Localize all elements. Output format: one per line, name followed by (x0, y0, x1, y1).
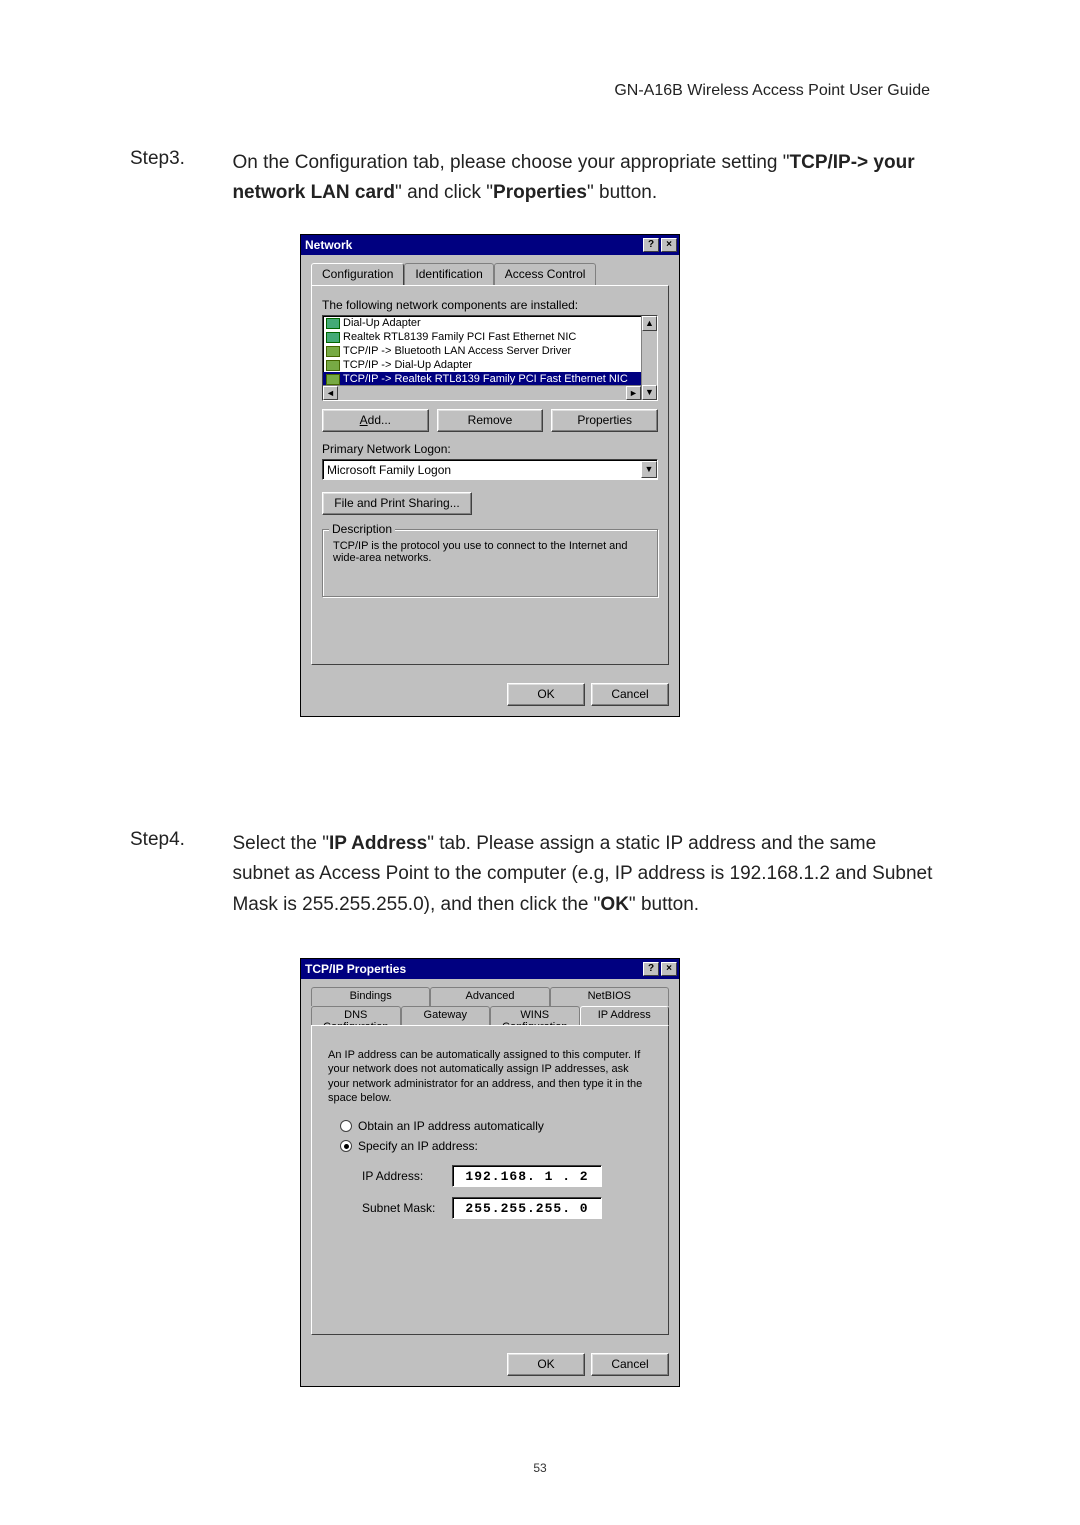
step3-block: Step3. On the Configuration tab, please … (130, 148, 950, 209)
tab-advanced[interactable]: Advanced (430, 987, 549, 1006)
adapter-icon (326, 318, 340, 329)
subnet-mask-label: Subnet Mask: (362, 1201, 452, 1215)
list-item[interactable]: TCP/IP -> Bluetooth LAN Access Server Dr… (323, 344, 657, 358)
scroll-right-icon[interactable]: ► (626, 386, 641, 400)
installed-label: The following network components are ins… (322, 298, 658, 312)
tab-gateway[interactable]: Gateway (401, 1006, 491, 1025)
properties-button[interactable]: Properties (551, 409, 658, 432)
ip-address-input[interactable]: 192.168. 1 . 2 (452, 1165, 602, 1187)
description-groupbox: Description TCP/IP is the protocol you u… (322, 529, 658, 597)
remove-button[interactable]: Remove (437, 409, 544, 432)
tcpip-tabstrip: Bindings Advanced NetBIOS DNS Configurat… (311, 987, 669, 1025)
file-print-sharing-button[interactable]: File and Print Sharing... (322, 492, 472, 515)
radio-specify-label: Specify an IP address: (358, 1139, 478, 1153)
step3-post: " button. (587, 182, 657, 203)
protocol-icon (326, 360, 340, 371)
adapter-icon (326, 332, 340, 343)
scroll-left-icon[interactable]: ◄ (323, 386, 338, 400)
ip-info-text: An IP address can be automatically assig… (328, 1048, 652, 1105)
radio-specify[interactable]: Specify an IP address: (340, 1139, 658, 1153)
tcpip-dialog-titlebar[interactable]: TCP/IP Properties ? × (301, 959, 679, 979)
step4-label: Step4. (130, 829, 228, 851)
tab-access-control[interactable]: Access Control (494, 263, 597, 285)
step3-label: Step3. (130, 148, 228, 170)
list-item[interactable]: Realtek RTL8139 Family PCI Fast Ethernet… (323, 330, 657, 344)
help-button-icon[interactable]: ? (643, 238, 659, 252)
step4-text: Select the "IP Address" tab. Please assi… (232, 829, 932, 920)
primary-logon-combo[interactable]: Microsoft Family Logon ▼ (322, 459, 658, 480)
step3-text: On the Configuration tab, please choose … (232, 148, 932, 209)
ip-address-panel: An IP address can be automatically assig… (311, 1025, 669, 1335)
scroll-up-icon[interactable]: ▲ (642, 316, 657, 331)
configuration-panel: The following network components are ins… (311, 285, 669, 665)
components-listbox[interactable]: Dial-Up Adapter Realtek RTL8139 Family P… (322, 315, 658, 401)
help-button-icon[interactable]: ? (643, 962, 659, 976)
description-text: TCP/IP is the protocol you use to connec… (333, 540, 647, 564)
ok-button[interactable]: OK (507, 683, 585, 706)
tab-netbios[interactable]: NetBIOS (550, 987, 669, 1006)
primary-logon-value: Microsoft Family Logon (327, 463, 451, 477)
protocol-icon (326, 374, 340, 385)
list-item-label: TCP/IP -> Bluetooth LAN Access Server Dr… (343, 345, 571, 357)
step3-bold2: Properties (493, 182, 587, 203)
tcpip-dialog: TCP/IP Properties ? × Bindings Advanced … (300, 958, 680, 1387)
radio-obtain-auto[interactable]: Obtain an IP address automatically (340, 1119, 658, 1133)
ip-address-label: IP Address: (362, 1169, 452, 1183)
list-item[interactable]: TCP/IP -> Dial-Up Adapter (323, 358, 657, 372)
step4-pre: Select the " (232, 833, 329, 854)
step3-pre: On the Configuration tab, please choose … (232, 152, 789, 173)
radio-icon (340, 1120, 352, 1132)
vertical-scrollbar[interactable]: ▲ ▼ (641, 316, 657, 400)
list-item[interactable]: Dial-Up Adapter (323, 316, 657, 330)
list-item-label: TCP/IP -> Dial-Up Adapter (343, 359, 472, 371)
step3-mid: " and click " (395, 182, 493, 203)
scroll-down-icon[interactable]: ▼ (642, 385, 657, 400)
page-header: GN-A16B Wireless Access Point User Guide (614, 82, 930, 100)
network-tabstrip: Configuration Identification Access Cont… (311, 263, 669, 285)
network-dialog-titlebar[interactable]: Network ? × (301, 235, 679, 255)
list-item-label: Dial-Up Adapter (343, 317, 421, 329)
close-icon[interactable]: × (661, 962, 677, 976)
step4-block: Step4. Select the "IP Address" tab. Plea… (130, 829, 950, 920)
ok-button[interactable]: OK (507, 1353, 585, 1376)
network-dialog: Network ? × Configuration Identification… (300, 234, 680, 717)
description-title: Description (329, 522, 395, 536)
list-item-label: TCP/IP -> Realtek RTL8139 Family PCI Fas… (343, 373, 628, 385)
tab-wins[interactable]: WINS Configuration (490, 1006, 580, 1025)
cancel-button[interactable]: Cancel (591, 1353, 669, 1376)
radio-checked-icon (340, 1140, 352, 1152)
protocol-icon (326, 346, 340, 357)
tab-bindings[interactable]: Bindings (311, 987, 430, 1006)
step4-bold2: OK (600, 894, 629, 915)
close-icon[interactable]: × (661, 238, 677, 252)
chevron-down-icon[interactable]: ▼ (641, 461, 657, 478)
list-item-label: Realtek RTL8139 Family PCI Fast Ethernet… (343, 331, 576, 343)
tab-ip-address[interactable]: IP Address (580, 1006, 670, 1025)
add-button[interactable]: Add... (322, 409, 429, 432)
network-dialog-title: Network (305, 238, 352, 252)
subnet-mask-input[interactable]: 255.255.255. 0 (452, 1197, 602, 1219)
primary-logon-label: Primary Network Logon: (322, 442, 658, 456)
step4-post: " button. (629, 894, 699, 915)
horizontal-scrollbar[interactable]: ◄ ► (323, 385, 641, 400)
step4-bold1: IP Address (329, 833, 427, 854)
cancel-button[interactable]: Cancel (591, 683, 669, 706)
tab-configuration[interactable]: Configuration (311, 263, 404, 285)
list-item-selected[interactable]: TCP/IP -> Realtek RTL8139 Family PCI Fas… (323, 372, 657, 386)
radio-obtain-auto-label: Obtain an IP address automatically (358, 1119, 544, 1133)
page-number: 53 (0, 1461, 1080, 1475)
tcpip-dialog-title: TCP/IP Properties (305, 962, 406, 976)
tab-identification[interactable]: Identification (404, 263, 493, 285)
tab-dns[interactable]: DNS Configuration (311, 1006, 401, 1025)
